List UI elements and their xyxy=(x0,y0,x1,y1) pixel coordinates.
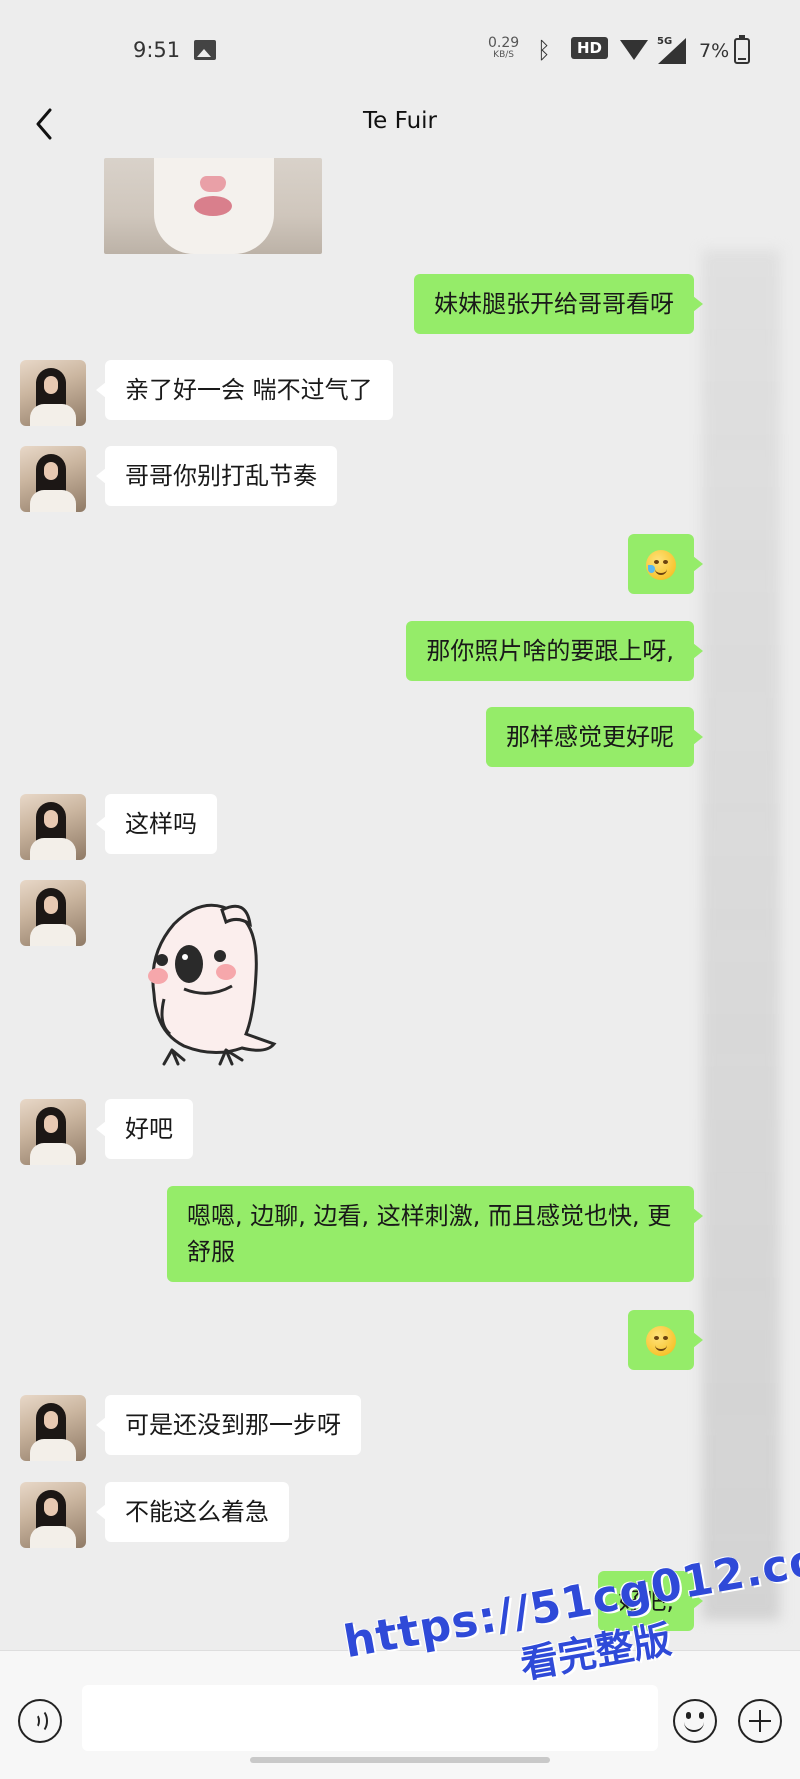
blurred-avatar-area xyxy=(702,250,780,1620)
home-indicator[interactable] xyxy=(250,1757,550,1763)
message-bubble-incoming[interactable]: 亲了好一会 喘不过气了 xyxy=(96,360,393,420)
image-notification-icon xyxy=(194,40,216,60)
voice-input-icon[interactable] xyxy=(18,1699,62,1743)
contact-avatar[interactable] xyxy=(20,360,86,426)
parrot-sticker-icon[interactable] xyxy=(134,894,284,1070)
cat-photo-image[interactable] xyxy=(104,158,322,254)
smile-emoji-icon xyxy=(646,1326,676,1356)
contact-avatar[interactable] xyxy=(20,1395,86,1461)
contact-avatar[interactable] xyxy=(20,1099,86,1165)
status-bar: 9:51 0.29 KB/S ᛒ HD 5G 7% xyxy=(0,0,800,100)
more-actions-plus-icon[interactable] xyxy=(738,1699,782,1743)
status-time: 9:51 xyxy=(133,38,181,62)
contact-avatar[interactable] xyxy=(20,1482,86,1548)
laughing-tears-emoji-icon xyxy=(646,550,676,580)
message-bubble-incoming[interactable]: 不能这么着急 xyxy=(96,1482,289,1542)
battery-percent: 7% xyxy=(699,40,730,62)
battery-icon xyxy=(734,35,750,64)
message-bubble-incoming[interactable]: 哥哥你别打乱节奏 xyxy=(96,446,337,506)
network-speed-unit: KB/S xyxy=(493,50,514,60)
message-bubble-outgoing[interactable] xyxy=(628,1310,703,1370)
message-bubble-outgoing[interactable]: 那你照片啥的要跟上呀, xyxy=(406,621,703,681)
emoji-picker-icon[interactable] xyxy=(673,1699,717,1743)
message-bubble-incoming[interactable]: 好吧 xyxy=(96,1099,193,1159)
message-bubble-incoming[interactable]: 可是还没到那一步呀 xyxy=(96,1395,361,1455)
chat-header: Te Fuir xyxy=(0,100,800,162)
message-bubble-outgoing[interactable]: 嗯嗯, 边聊, 边看, 这样刺激, 而且感觉也快, 更舒服 xyxy=(167,1186,703,1282)
message-bubble-outgoing[interactable]: 妹妹腿张开给哥哥看呀 xyxy=(414,274,703,334)
contact-avatar[interactable] xyxy=(20,880,86,946)
network-type: 5G xyxy=(657,36,673,47)
bluetooth-icon: ᛒ xyxy=(537,38,551,64)
message-bubble-outgoing[interactable]: 那样感觉更好呢 xyxy=(486,707,703,767)
contact-avatar[interactable] xyxy=(20,446,86,512)
chat-title: Te Fuir xyxy=(363,108,437,134)
message-bubble-outgoing[interactable] xyxy=(628,534,703,594)
network-speed: 0.29 KB/S xyxy=(488,36,519,60)
wifi-icon xyxy=(620,40,648,60)
contact-avatar[interactable] xyxy=(20,794,86,860)
hd-badge: HD xyxy=(571,37,609,59)
message-bubble-incoming[interactable]: 这样吗 xyxy=(96,794,217,854)
network-speed-value: 0.29 xyxy=(488,35,520,51)
